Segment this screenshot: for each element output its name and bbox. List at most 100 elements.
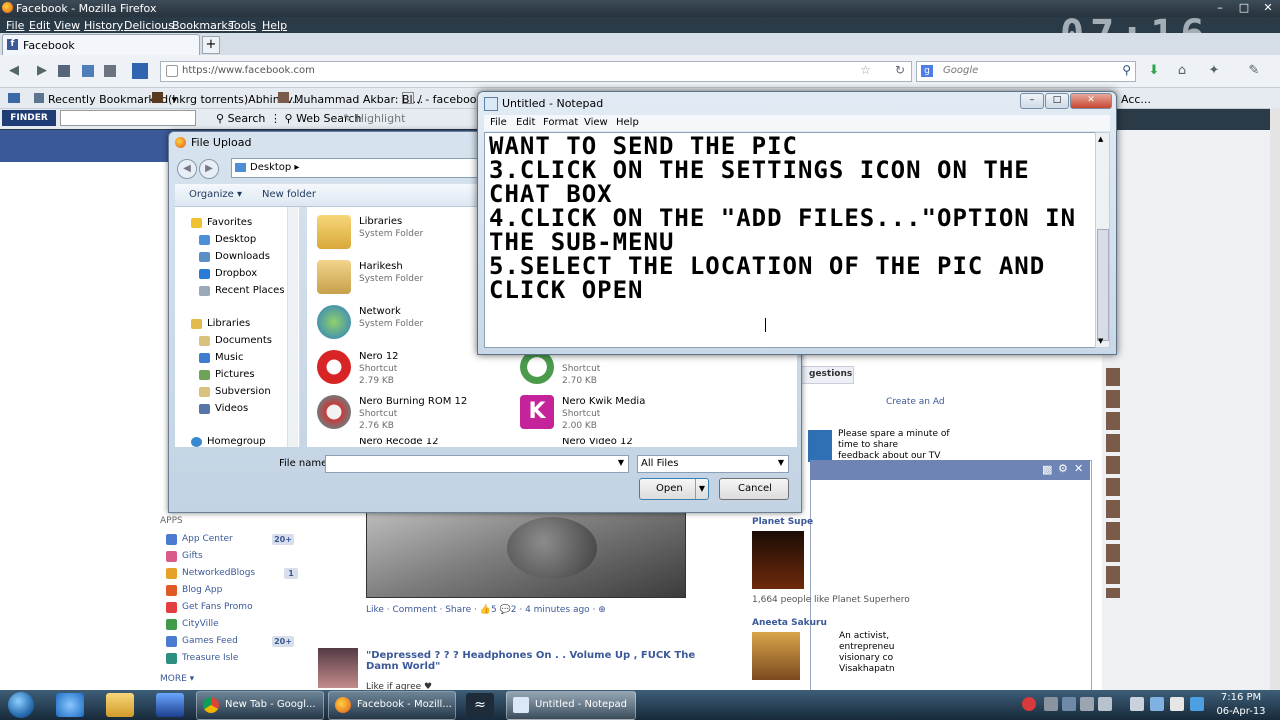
nav-pictures[interactable]: Pictures	[199, 369, 255, 380]
file-type-filter[interactable]: All Files ▼	[637, 455, 789, 473]
toolbar-icon[interactable]	[82, 65, 94, 77]
record-icon[interactable]	[1022, 697, 1036, 711]
menu-tools[interactable]: Tools	[229, 19, 256, 32]
file-item[interactable]: Nero Recode 12	[307, 438, 507, 447]
tray-date[interactable]: 06-Apr-13	[1212, 706, 1270, 717]
menu-view[interactable]: View	[54, 19, 80, 32]
aneeta-image[interactable]	[752, 632, 800, 680]
tray-icon[interactable]	[1044, 697, 1058, 711]
menu-delicious[interactable]: Delicious	[124, 19, 174, 32]
app-item[interactable]: Gifts	[166, 549, 296, 565]
taskbar-firefox[interactable]: Facebook - Mozill...	[328, 691, 456, 720]
post-avatar[interactable]	[318, 648, 358, 688]
close-button[interactable]: ✕	[1070, 93, 1112, 109]
chat-box-header[interactable]: ▩ ⚙ ✕	[810, 460, 1090, 480]
nav-downloads[interactable]: Downloads	[199, 251, 270, 262]
tray-icon[interactable]	[1130, 697, 1144, 711]
tray-icon[interactable]	[1062, 697, 1076, 711]
page-scrollbar[interactable]	[1270, 108, 1280, 690]
new-tab-button[interactable]: +	[202, 36, 220, 54]
more-apps-link[interactable]: MORE ▾	[160, 674, 194, 684]
start-button[interactable]	[4, 690, 40, 720]
close-button[interactable]: ✕	[1256, 0, 1280, 15]
menu-view[interactable]: View	[584, 117, 608, 128]
forward-icon[interactable]: ▶	[34, 63, 50, 79]
scroll-thumb[interactable]	[1097, 229, 1109, 341]
chat-settings-icon[interactable]: ⚙	[1058, 462, 1068, 475]
app-item[interactable]: Get Fans Promo	[166, 600, 296, 616]
taskbar-notepad[interactable]: Untitled - Notepad	[506, 691, 636, 720]
highlight-button[interactable]: ✎ Highlight	[343, 112, 405, 125]
menu-edit[interactable]: Edit	[516, 117, 535, 128]
file-item[interactable]: K Nero Kwik Media Shortcut 2.00 KB	[510, 393, 710, 435]
toolbar-icon[interactable]	[58, 65, 70, 77]
minimize-button[interactable]: –	[1208, 0, 1232, 15]
chevron-down-icon[interactable]: ▼	[778, 458, 784, 467]
file-item[interactable]: Nero Video 12	[510, 438, 710, 447]
cancel-button[interactable]: Cancel	[719, 478, 789, 500]
stats-icon[interactable]	[132, 63, 148, 79]
tray-time[interactable]: 7:16 PM	[1214, 692, 1268, 703]
file-name-input[interactable]: ▼	[325, 455, 629, 473]
menu-help[interactable]: Help	[616, 117, 639, 128]
menu-edit[interactable]: Edit	[29, 19, 50, 32]
post-actions[interactable]: Like · Comment · Share · 👍5 💬2 · 4 minut…	[366, 605, 606, 615]
nav-desktop[interactable]: Desktop	[199, 234, 256, 245]
explorer-icon[interactable]	[106, 693, 134, 717]
app-item[interactable]: NetworkedBlogs	[166, 566, 296, 582]
aneeta-title[interactable]: Aneeta Sakuru	[752, 618, 827, 628]
nav-music[interactable]: Music	[199, 352, 243, 363]
navigation-scrollbar[interactable]	[287, 207, 298, 447]
menu-file[interactable]: File	[490, 117, 507, 128]
download-icon[interactable]: ⬇	[1146, 63, 1162, 79]
network-icon[interactable]	[1150, 697, 1164, 711]
planet-image[interactable]	[752, 531, 804, 589]
tray-icon[interactable]	[1080, 697, 1094, 711]
maximize-button[interactable]: □	[1232, 0, 1256, 15]
chat-video-icon[interactable]: ▩	[1042, 463, 1052, 476]
nav-favorites[interactable]: Favorites	[191, 217, 252, 228]
tray-icon[interactable]	[1190, 697, 1204, 711]
volume-icon[interactable]	[1170, 697, 1184, 711]
nav-libraries[interactable]: Libraries	[191, 318, 250, 329]
nav-homegroup[interactable]: Homegroup	[191, 436, 266, 447]
nav-documents[interactable]: Documents	[199, 335, 272, 346]
ad-image[interactable]	[808, 430, 832, 462]
file-item[interactable]: Nero Burning ROM 12 Shortcut 2.76 KB	[307, 393, 507, 435]
new-folder-button[interactable]: New folder	[262, 189, 316, 200]
nav-videos[interactable]: Videos	[199, 403, 248, 414]
app-item[interactable]: CityVille	[166, 617, 296, 633]
home-icon[interactable]: ⌂	[1174, 63, 1190, 79]
chat-close-icon[interactable]: ✕	[1074, 462, 1083, 475]
nav-recent-places[interactable]: Recent Places	[199, 285, 285, 296]
scroll-down-icon[interactable]: ▼	[1098, 337, 1103, 345]
toolbar-icon[interactable]	[104, 65, 116, 77]
notepad-scrollbar[interactable]: ▲ ▼	[1095, 132, 1110, 348]
chevron-down-icon[interactable]: ▼	[695, 479, 708, 499]
taskbar-chrome[interactable]: New Tab - Googl...	[196, 691, 324, 720]
planet-title[interactable]: Planet Supe	[752, 517, 813, 527]
create-ad-link[interactable]: Create an Ad	[886, 397, 945, 407]
search-bar[interactable]: g Google ⚲	[916, 61, 1136, 82]
toolbar-search-button[interactable]: ⚲ Search	[216, 112, 265, 125]
tab-facebook[interactable]: f Facebook	[2, 34, 200, 56]
menu-bookmarks[interactable]: Bookmarks	[172, 19, 233, 32]
search-icon[interactable]: ⚲	[1122, 63, 1131, 77]
ie-icon[interactable]	[56, 693, 84, 717]
maximize-button[interactable]: □	[1045, 93, 1069, 109]
notepad-text-area[interactable]: WANT TO SEND THE PIC 3.CLICK ON THE SETT…	[484, 132, 1096, 348]
menu-format[interactable]: Format	[543, 117, 578, 128]
tools-icon[interactable]: ✎	[1246, 63, 1262, 79]
post-photo[interactable]	[366, 510, 686, 598]
organize-button[interactable]: Organize ▾	[189, 189, 242, 200]
app-icon[interactable]: ≈	[466, 693, 494, 717]
tray-icon[interactable]	[1098, 697, 1112, 711]
reload-icon[interactable]: ↻	[895, 63, 905, 77]
google-icon[interactable]: g	[921, 65, 933, 77]
friend-avatars[interactable]	[1106, 368, 1120, 598]
back-icon[interactable]: ◀	[177, 159, 197, 179]
app-item[interactable]: Treasure Isle	[166, 651, 296, 667]
scroll-up-icon[interactable]: ▲	[1098, 135, 1103, 143]
url-bar[interactable]: https://www.facebook.com ☆ ↻	[160, 61, 912, 82]
app-icon[interactable]	[156, 693, 184, 717]
